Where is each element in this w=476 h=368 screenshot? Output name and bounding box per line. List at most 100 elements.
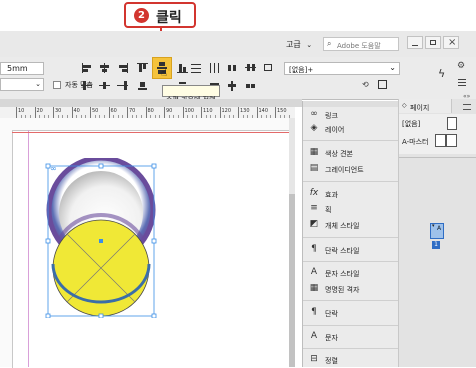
distribute-right-icon[interactable] xyxy=(244,62,258,74)
panel-item-label: 링크 xyxy=(325,112,338,120)
page-1-thumb[interactable]: ▾ A xyxy=(430,223,444,239)
artwork[interactable] xyxy=(40,158,170,318)
panel-item-character[interactable]: A 문자 xyxy=(303,330,399,344)
menu-icon[interactable] xyxy=(458,79,466,86)
layers-icon: ◈ xyxy=(310,123,318,133)
panel-item-label: 문자 xyxy=(325,334,338,342)
ruler-tick xyxy=(71,107,73,118)
align-right-edges-icon[interactable] xyxy=(116,62,130,74)
a-master-thumb-right[interactable] xyxy=(446,134,457,147)
app-title-bar: 고급 ⌄ ⌕ Adobe 도움말 × xyxy=(0,31,476,58)
named-grids-icon: ▦ xyxy=(309,283,319,293)
pages-tab[interactable]: ◇ 페이지 xyxy=(399,99,452,113)
restore-button[interactable] xyxy=(425,36,441,49)
margin-guide xyxy=(28,130,29,367)
chevron-down-icon: ⌄ xyxy=(35,80,41,88)
panel-item-label: 명명된 격자 xyxy=(325,286,360,294)
ruler-tick-label: 30 xyxy=(55,108,62,114)
panel-item-named-grids[interactable]: ▦ 명명된 격자 xyxy=(303,282,399,296)
gear-icon[interactable]: ⚙ xyxy=(457,61,465,71)
control-panel: 5mm ⌄ 자동 맞춤 ☝ 수평 가운데 정렬 [없음]+ ⌄ ⟲ ϟ ⚙ xyxy=(0,57,476,104)
ruler-tick xyxy=(256,107,258,118)
tooltip: 수평 가운데 정렬 xyxy=(162,85,220,104)
space-icon-8[interactable] xyxy=(244,80,258,92)
space-icon-1[interactable] xyxy=(80,80,94,92)
panel-item-links[interactable]: ∞ 링크 xyxy=(303,108,399,122)
ruler-tick xyxy=(145,107,147,118)
collapse-arrows-icon[interactable]: «» xyxy=(463,93,470,100)
document-canvas[interactable]: ∞ xyxy=(0,118,294,368)
ruler-tick xyxy=(182,107,184,118)
paragraph-icon: ¶ xyxy=(311,307,317,317)
space-icon-4[interactable] xyxy=(136,80,150,92)
panel-item-paragraph-styles[interactable]: ¶ 단락 스타일 xyxy=(303,243,399,257)
align-center-icon[interactable] xyxy=(98,62,112,74)
secondary-field[interactable]: ⌄ xyxy=(0,78,44,91)
gradient-icon: ▤ xyxy=(309,163,319,173)
space-icon-3[interactable] xyxy=(116,80,130,92)
new-style-icon[interactable] xyxy=(378,80,387,89)
panel-item-label: 단락 xyxy=(325,310,338,318)
step-number-badge: 2 xyxy=(134,8,149,23)
align-left-edges-icon[interactable] xyxy=(80,62,94,74)
vertical-scrollbar[interactable] xyxy=(289,118,295,367)
panel-item-paragraph[interactable]: ¶ 단락 xyxy=(303,306,399,320)
section-start-icon: ▾ xyxy=(432,223,435,229)
panel-item-align[interactable]: ⊟ 정렬 xyxy=(303,353,399,367)
ruler-tick xyxy=(34,107,36,118)
panel-item-label: 레이어 xyxy=(325,126,345,134)
pages-panel: «» ◇ 페이지 [없음] A-마스터 ▾ A 1 xyxy=(398,93,476,367)
workspace-label: 고급 xyxy=(286,40,301,49)
restore-icon xyxy=(430,40,436,45)
ruler-tick-label: 100 xyxy=(184,108,195,114)
clear-overrides-icon[interactable]: ⟲ xyxy=(362,80,372,89)
object-style-dropdown[interactable]: [없음]+ ⌄ xyxy=(284,62,400,75)
align-bottom-edges-icon[interactable] xyxy=(176,62,190,74)
section-divider xyxy=(399,157,476,158)
close-icon: × xyxy=(448,37,457,48)
panel-item-object-styles[interactable]: ◩ 개체 스타일 xyxy=(303,218,399,232)
ruler-tick-label: 20 xyxy=(36,108,43,114)
page-master-letter: A xyxy=(437,225,442,232)
ruler-tick-label: 70 xyxy=(129,108,136,114)
space-icon-7[interactable] xyxy=(226,80,240,92)
panel-menu-icon[interactable] xyxy=(463,104,471,110)
help-search-field[interactable]: ⌕ Adobe 도움말 xyxy=(323,37,399,51)
scroll-thumb[interactable] xyxy=(289,194,295,367)
minimize-icon xyxy=(412,45,418,46)
pages-tab-icon: ◇ xyxy=(402,102,407,109)
ruler-tick xyxy=(275,107,276,118)
close-button[interactable]: × xyxy=(443,36,459,49)
character-icon: A xyxy=(310,331,318,341)
ruler-tick xyxy=(219,107,221,118)
panel-item-effects[interactable]: fx 효과 xyxy=(303,187,399,201)
ruler-tick-label: 140 xyxy=(258,108,269,114)
swatches-icon: ▦ xyxy=(309,147,319,157)
workspace-switcher[interactable]: 고급 ⌄ xyxy=(286,41,312,49)
distribute-left-icon[interactable] xyxy=(208,62,222,74)
panel-item-gradient[interactable]: ▤ 그레이디언트 xyxy=(303,162,399,176)
panel-item-swatches[interactable]: ▦ 색상 견본 xyxy=(303,146,399,160)
none-master-thumb[interactable] xyxy=(447,117,457,130)
frame-icon xyxy=(264,64,272,71)
panel-item-stroke[interactable]: ≡ 획 xyxy=(303,202,399,216)
auto-fit-checkbox[interactable] xyxy=(53,81,61,89)
size-value: 5mm xyxy=(7,64,28,73)
panel-item-label: 색상 견본 xyxy=(325,150,353,158)
distribute-icon[interactable] xyxy=(190,62,204,74)
panel-item-layers[interactable]: ◈ 레이어 xyxy=(303,122,399,136)
a-master-thumb-left[interactable] xyxy=(435,134,446,147)
panel-dock-header xyxy=(303,101,399,107)
ruler-tick xyxy=(238,107,239,118)
size-field[interactable]: 5mm xyxy=(0,62,44,75)
distribute-center-icon[interactable] xyxy=(226,62,240,74)
object-styles-icon: ◩ xyxy=(309,219,319,229)
space-icon-2[interactable] xyxy=(98,80,112,92)
panel-item-character-styles[interactable]: A 문자 스타일 xyxy=(303,266,399,280)
ruler-tick xyxy=(90,107,91,118)
search-icon: ⌕ xyxy=(327,39,332,48)
align-top-edges-icon[interactable] xyxy=(136,62,150,74)
lightning-icon[interactable]: ϟ xyxy=(438,67,445,80)
align-horizontal-centers-button[interactable]: ☝ xyxy=(152,57,172,79)
minimize-button[interactable] xyxy=(407,36,423,49)
